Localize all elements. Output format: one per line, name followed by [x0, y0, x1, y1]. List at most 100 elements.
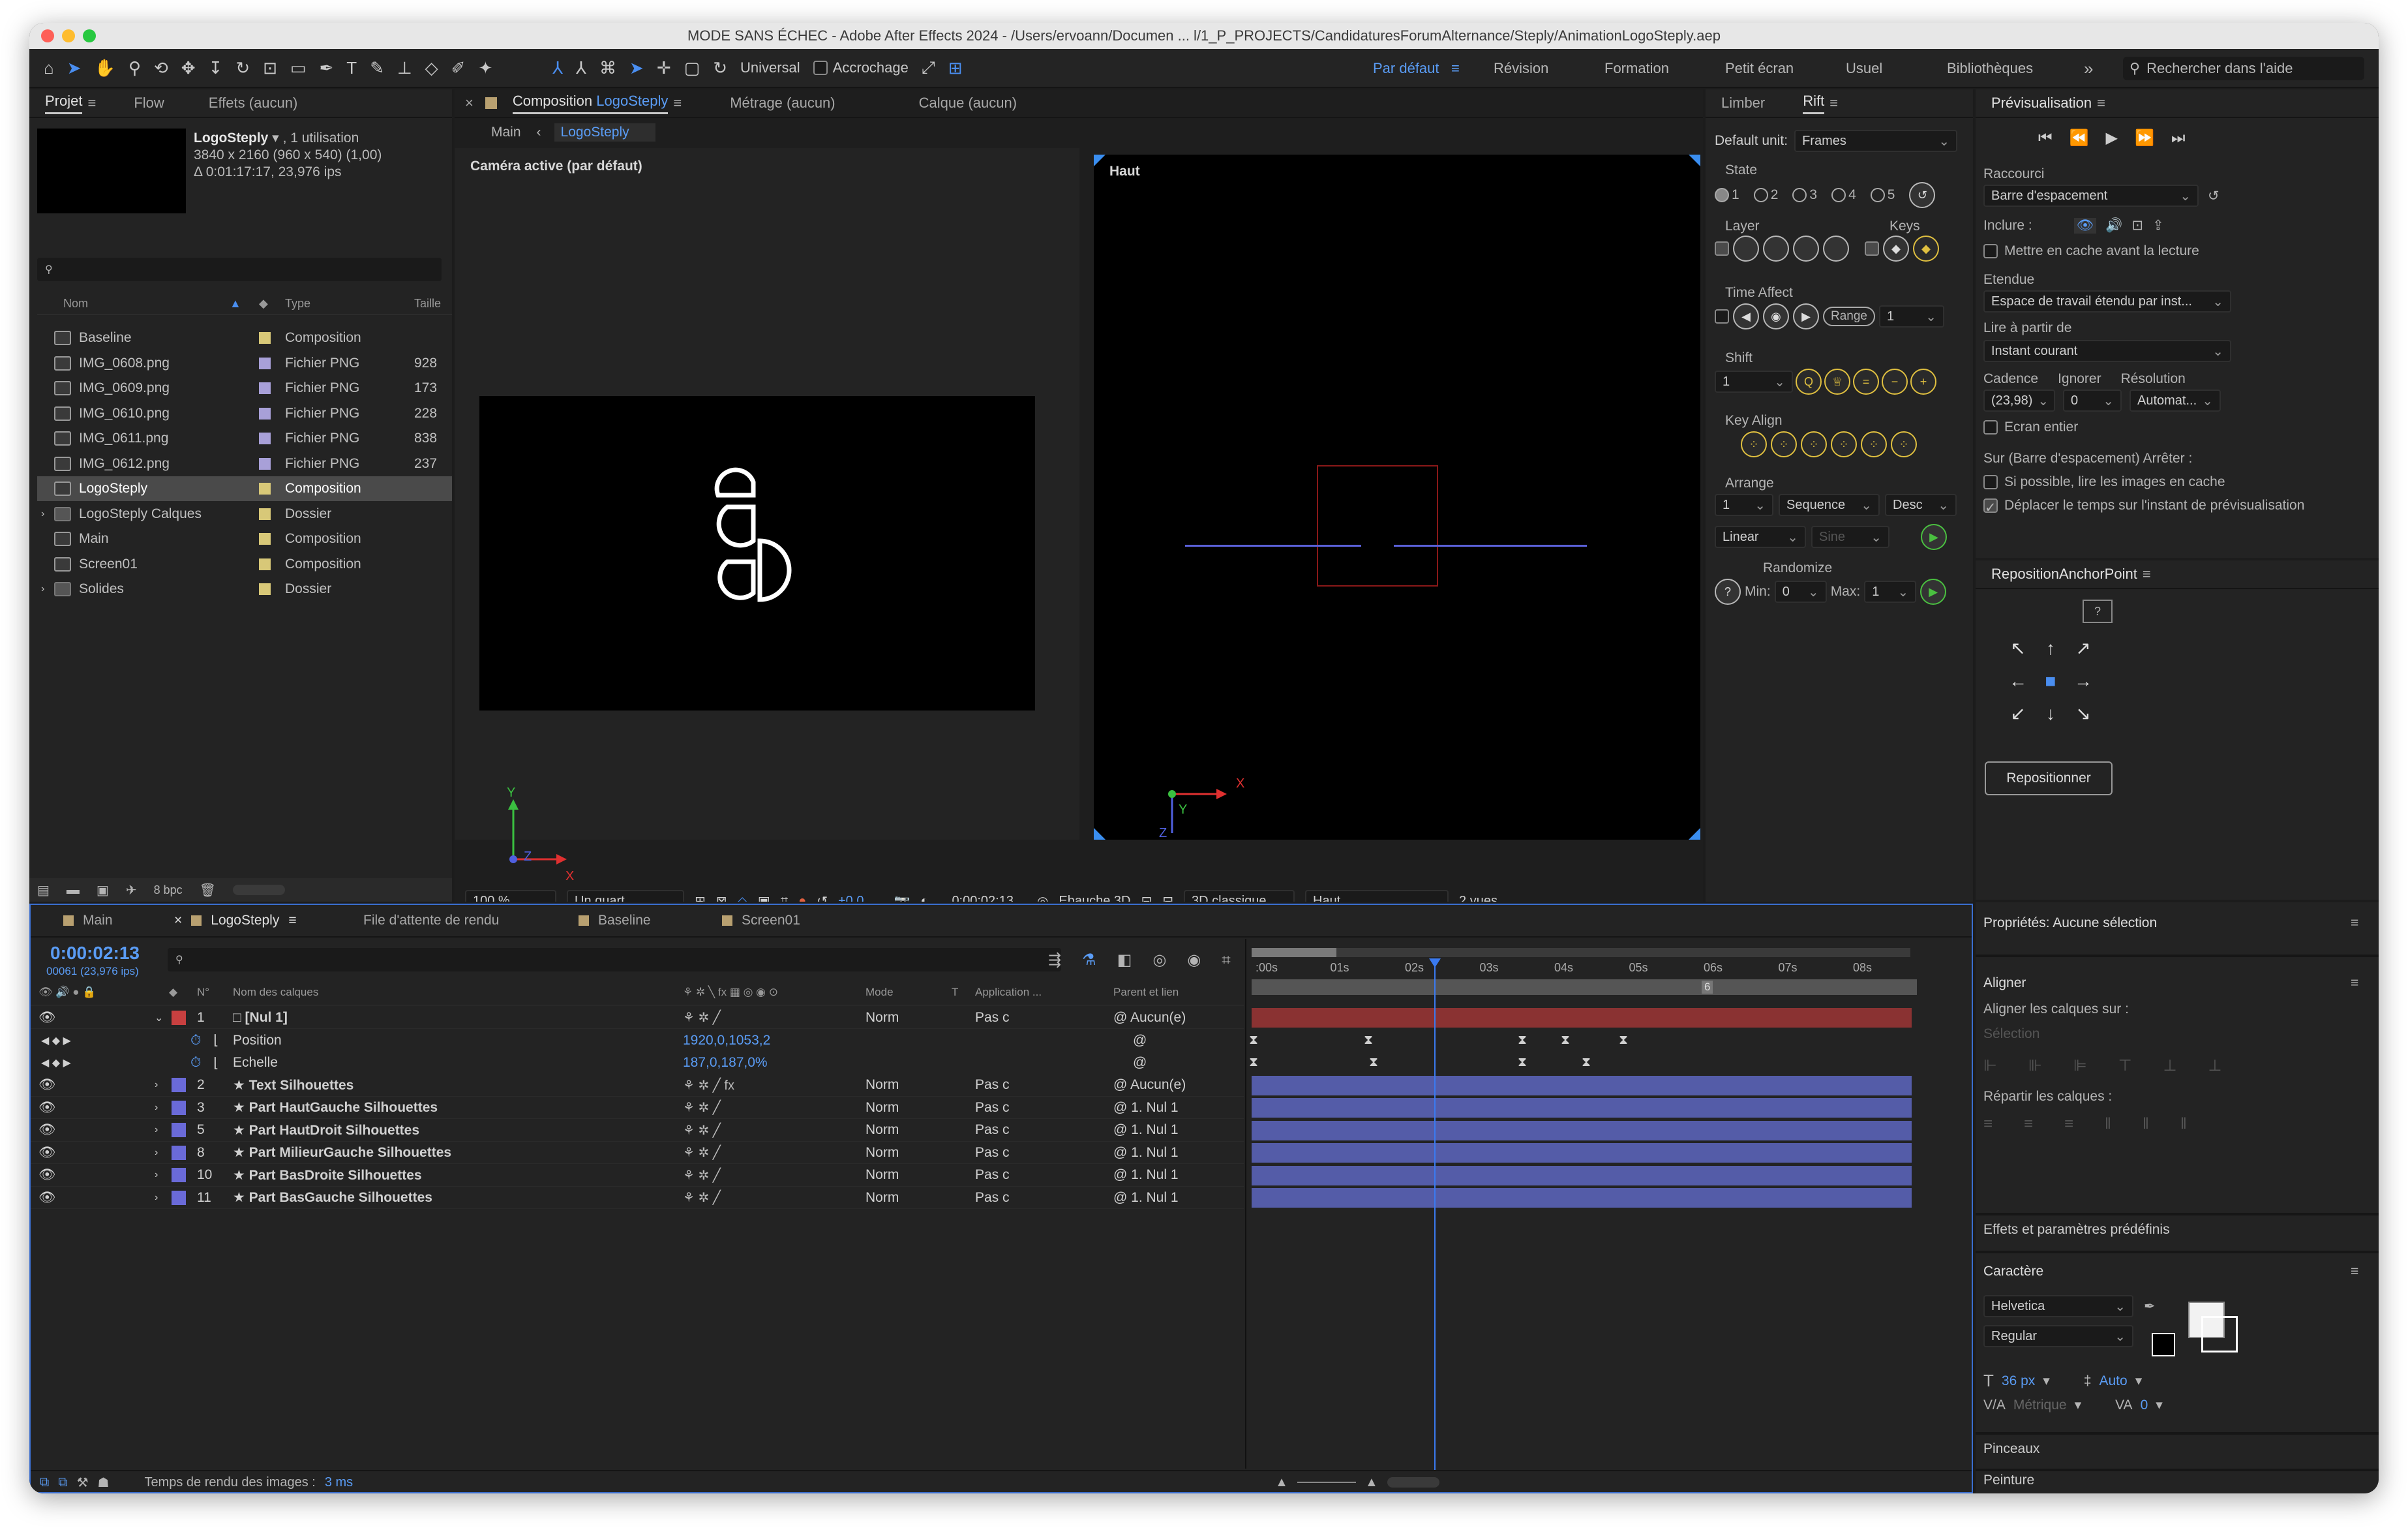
- track-matte-dropdown[interactable]: Pas c: [975, 1190, 1010, 1206]
- col-type[interactable]: Type: [285, 297, 310, 311]
- state-radio[interactable]: 4: [1831, 187, 1856, 203]
- layer-btn-2[interactable]: [1763, 236, 1789, 262]
- transparency-grid-icon[interactable]: ⊠: [716, 893, 727, 902]
- visibility-eye-icon[interactable]: 👁: [38, 1100, 56, 1116]
- text-tool-icon[interactable]: T: [346, 58, 357, 78]
- align-left-icon[interactable]: ⊩: [1983, 1056, 1997, 1075]
- state-reset-icon[interactable]: ↺: [1909, 182, 1936, 208]
- visibility-eye-icon[interactable]: 👁: [38, 1077, 56, 1093]
- timeline-tools-icon[interactable]: ⚒: [77, 1475, 89, 1491]
- stroke-swatch-small[interactable]: [2152, 1333, 2175, 1356]
- interpret-icon[interactable]: ▤: [37, 882, 50, 898]
- orbit-tool-icon[interactable]: ⟲: [154, 58, 168, 78]
- anchor-b-icon[interactable]: ↓: [2034, 697, 2067, 730]
- pickwhip-icon[interactable]: @: [1113, 1167, 1131, 1182]
- region-icon[interactable]: ▣: [758, 893, 770, 902]
- layer-checkbox[interactable]: [1715, 241, 1729, 256]
- blend-mode-dropdown[interactable]: Norm: [865, 1100, 899, 1116]
- fast-preview-icon[interactable]: ⊞: [695, 893, 706, 902]
- property-value[interactable]: 187,0,187,0%: [683, 1055, 768, 1071]
- project-item[interactable]: LogoSteply Composition: [37, 476, 452, 501]
- align-vcenter-icon[interactable]: ⊥: [2163, 1056, 2177, 1075]
- dolly-tool-icon[interactable]: ↧: [209, 58, 223, 78]
- timeline-layer-row[interactable]: 👁 ⌄ 1 □ [Nul 1] ⚘ ✲ ╱ Norm Pas c @ Aucun(e): [31, 1007, 1244, 1029]
- blend-mode-dropdown[interactable]: Norm: [865, 1190, 899, 1206]
- parent-dropdown[interactable]: @ Aucun(e): [1113, 1010, 1186, 1026]
- play-icon[interactable]: ▶: [2106, 129, 2118, 147]
- shift-plus-icon[interactable]: +: [1910, 369, 1936, 395]
- timeline-layer-row[interactable]: 👁 › 11 ★ Part BasGauche Silhouettes ⚘ ✲ ╱ Nor…: [31, 1187, 1244, 1209]
- align-5-icon[interactable]: ⁘: [1861, 431, 1887, 457]
- layer-btn-3[interactable]: [1793, 236, 1819, 262]
- range-button[interactable]: Range: [1823, 307, 1875, 326]
- snapshot-icon[interactable]: 📷: [894, 893, 910, 902]
- dist-6-icon[interactable]: ‖: [2180, 1115, 2187, 1133]
- expand-chevron-icon[interactable]: ›: [155, 1147, 158, 1159]
- exposure-value[interactable]: +0,0: [838, 894, 864, 902]
- workspace-default[interactable]: Par défaut: [1373, 49, 1439, 88]
- workspace-small-screen[interactable]: Petit écran: [1725, 49, 1794, 88]
- randomize-play-icon[interactable]: ▶: [1920, 579, 1947, 605]
- font-size-chevron-icon[interactable]: ▾: [2043, 1373, 2050, 1389]
- render-layers-icon[interactable]: ⧉: [40, 1475, 49, 1490]
- views-dropdown[interactable]: 2 vues: [1459, 894, 1497, 902]
- expand-chevron-icon[interactable]: ›: [41, 583, 44, 595]
- timeline-scroll[interactable]: [1387, 1477, 1439, 1488]
- state-radio[interactable]: 2: [1753, 187, 1778, 203]
- arrange-play-icon[interactable]: ▶: [1921, 524, 1947, 550]
- align-2-icon[interactable]: ⁘: [1771, 431, 1797, 457]
- pickwhip-icon[interactable]: @: [1113, 1100, 1131, 1115]
- workspace-libraries[interactable]: Bibliothèques: [1947, 49, 2033, 88]
- dist-3-icon[interactable]: ≡: [2064, 1115, 2073, 1133]
- timeline-layer-row[interactable]: 👁 › 3 ★ Part HautGauche Silhouettes ⚘ ✲ ╱ Nor…: [31, 1097, 1244, 1119]
- zoom-in-icon[interactable]: ▲: [1365, 1475, 1378, 1490]
- timeline-layer-row[interactable]: 👁 › 5 ★ Part HautDroit Silhouettes ⚘ ✲ ╱ Norm…: [31, 1120, 1244, 1142]
- tracking-value[interactable]: 0: [2141, 1398, 2148, 1413]
- roto-tool-icon[interactable]: ✐: [451, 58, 466, 78]
- anchor-center-icon[interactable]: ■: [2034, 665, 2067, 697]
- col-size[interactable]: Taille: [414, 297, 441, 311]
- col-layer-name[interactable]: Nom des calques: [233, 986, 318, 999]
- keyframe-icon[interactable]: ⧗: [1364, 1033, 1373, 1047]
- project-item[interactable]: › LogoSteply Calques Dossier: [37, 502, 452, 527]
- visibility-eye-icon[interactable]: 👁: [38, 1190, 56, 1206]
- stamp-tool-icon[interactable]: ⊥: [397, 58, 412, 78]
- timeline-tab[interactable]: Baseline: [579, 913, 651, 928]
- snapping-checkbox[interactable]: [813, 61, 828, 75]
- layer-name[interactable]: ★ Part BasGauche Silhouettes: [233, 1189, 432, 1206]
- align-bottom-icon[interactable]: ⊥: [2208, 1056, 2222, 1075]
- tracking-chevron-icon[interactable]: ▾: [2156, 1397, 2163, 1413]
- comp-timecode[interactable]: 0:00:02:13: [952, 894, 1014, 902]
- anchor-tr-icon[interactable]: ↗: [2067, 632, 2099, 665]
- flowchart-icon[interactable]: ✈: [126, 882, 137, 898]
- time-ruler[interactable]: :00s 01s 02s 03s 04s 05s 06s 07s 08s: [1246, 958, 1912, 979]
- mask-path-icon[interactable]: ◇: [738, 893, 747, 902]
- col-name[interactable]: Nom: [63, 297, 88, 311]
- zoom-window-button[interactable]: [83, 29, 96, 42]
- effects-presets-title[interactable]: Effets et paramètres prédéfinis: [1983, 1222, 2170, 1238]
- label-color[interactable]: [259, 407, 271, 420]
- kerning-chevron-icon[interactable]: ▾: [2075, 1397, 2082, 1413]
- axis-view-icon[interactable]: ⌘: [599, 58, 616, 78]
- layer-duration-bar[interactable]: [1252, 1188, 1912, 1208]
- time-prev-icon[interactable]: ◀: [1733, 303, 1759, 329]
- bpc-toggle[interactable]: 8 bpc: [154, 883, 183, 897]
- breadcrumb-main[interactable]: Main: [491, 125, 521, 140]
- draft3d-label[interactable]: Ebauche 3D: [1059, 894, 1130, 902]
- visibility-eye-icon[interactable]: 👁: [38, 1145, 56, 1161]
- pen-tool-icon[interactable]: ✒: [320, 58, 334, 78]
- layer-line-left[interactable]: [1185, 545, 1361, 547]
- blend-mode-dropdown[interactable]: Norm: [865, 1010, 899, 1026]
- track-matte-dropdown[interactable]: Pas c: [975, 1010, 1010, 1026]
- property-row[interactable]: ◀ ◆ ▶ ⏱ ⌊ Position 1920,0,1053,2 @: [31, 1030, 1244, 1052]
- workspace-review[interactable]: Révision: [1494, 49, 1548, 88]
- layer-switches[interactable]: ⚘ ✲ ╱: [683, 1189, 721, 1206]
- min-input[interactable]: 0: [1774, 581, 1827, 603]
- puppet-tool-icon[interactable]: ✦: [478, 58, 492, 78]
- project-item[interactable]: Screen01 Composition: [37, 552, 452, 577]
- close-tab-icon[interactable]: ×: [465, 95, 474, 112]
- label-color[interactable]: [259, 558, 271, 570]
- layer-label-color[interactable]: [172, 1010, 186, 1025]
- expand-chevron-icon[interactable]: ›: [155, 1124, 158, 1136]
- anchor-l-icon[interactable]: ←: [2002, 665, 2034, 697]
